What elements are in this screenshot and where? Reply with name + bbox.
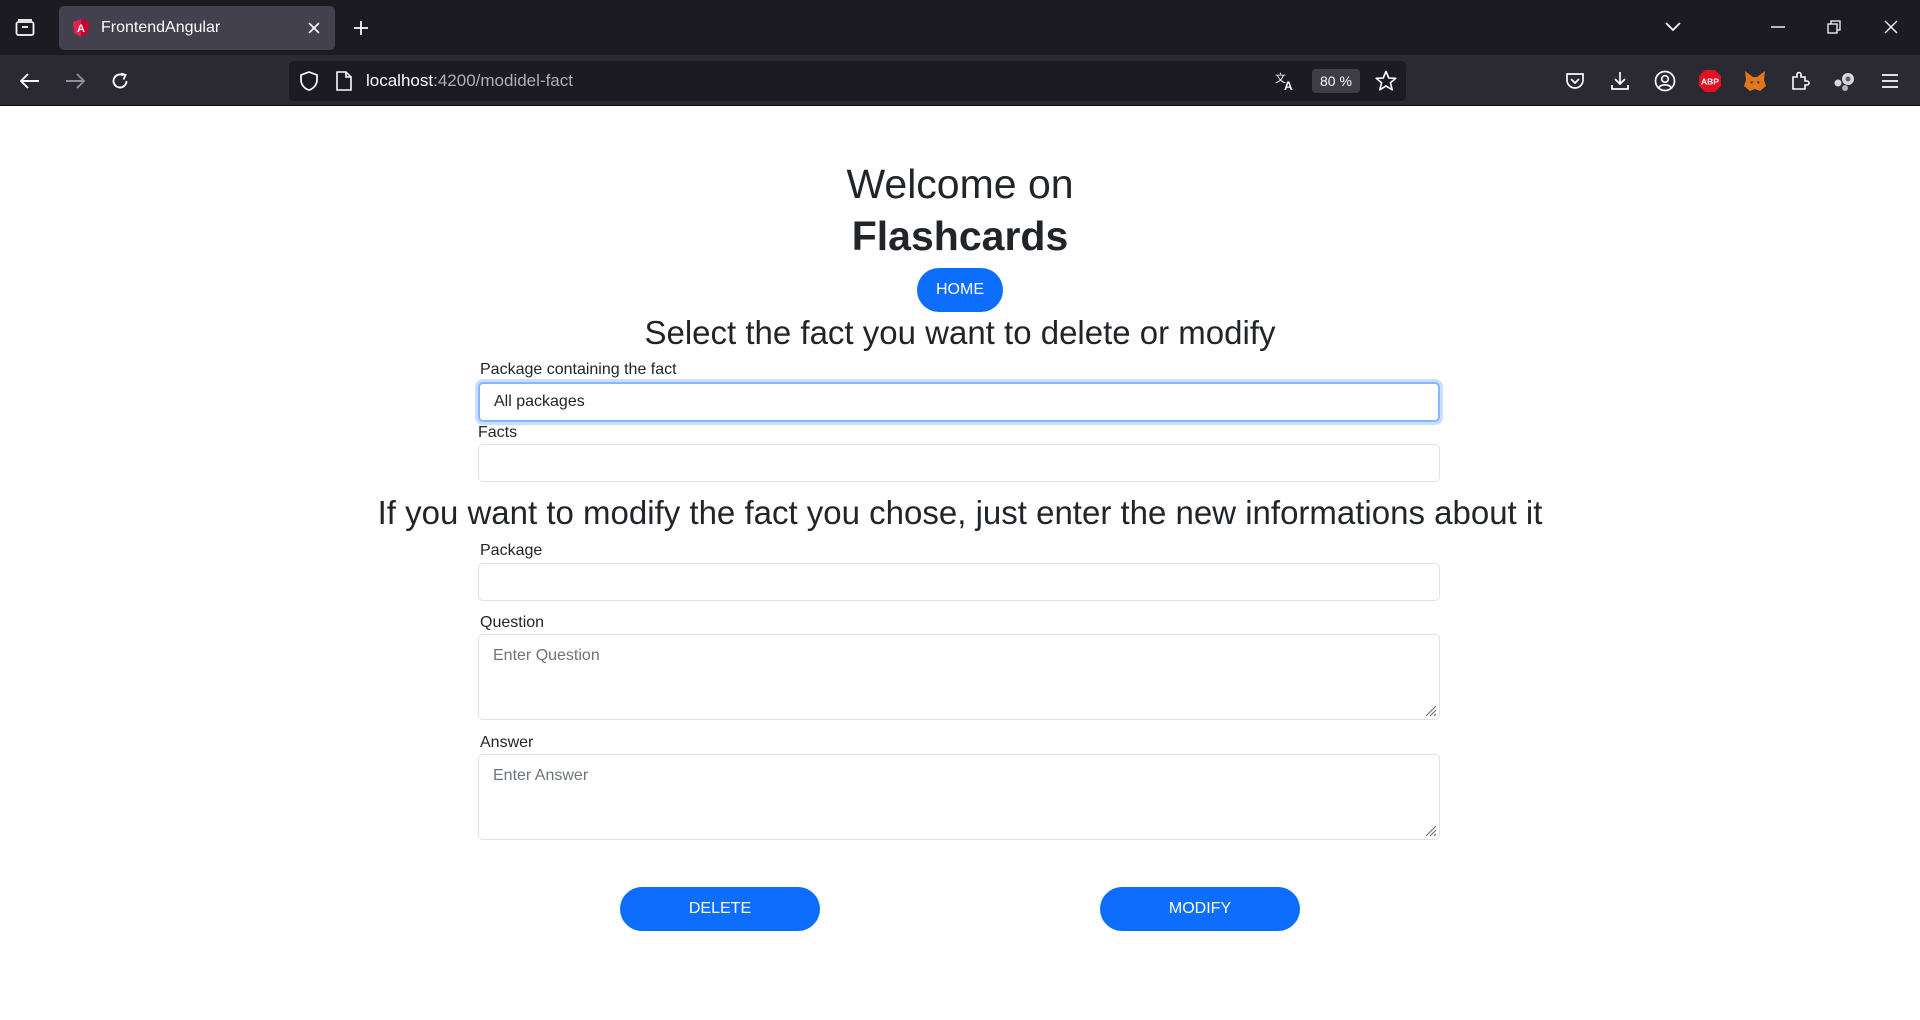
minimize-icon[interactable] <box>1762 12 1794 42</box>
shield-icon[interactable] <box>296 68 322 94</box>
plus-icon[interactable] <box>346 13 376 43</box>
resize-grip-icon[interactable] <box>1423 703 1437 717</box>
profile-icon[interactable] <box>1830 66 1860 96</box>
menu-icon[interactable] <box>1875 66 1905 96</box>
adblock-icon[interactable]: ABP <box>1695 66 1725 96</box>
svg-text:A: A <box>77 23 85 35</box>
account-icon[interactable] <box>1650 66 1680 96</box>
svg-text:A: A <box>1284 79 1293 91</box>
answer-textarea[interactable]: Enter Answer <box>478 754 1440 840</box>
zoom-level[interactable]: 80 % <box>1312 69 1360 93</box>
svg-text:ABP: ABP <box>1701 77 1719 87</box>
forward-icon[interactable] <box>58 64 92 98</box>
modify-button[interactable]: MODIFY <box>1100 887 1300 931</box>
select-fact-heading: Select the fact you want to delete or mo… <box>644 314 1276 351</box>
delete-button[interactable]: DELETE <box>620 887 820 931</box>
back-icon[interactable] <box>13 64 47 98</box>
translate-icon[interactable]: 文A <box>1272 68 1298 94</box>
package-select-label: Package containing the fact <box>480 361 677 378</box>
tab-list-icon[interactable] <box>10 14 40 42</box>
extensions-icon[interactable] <box>1785 66 1815 96</box>
facts-label: Facts <box>478 424 518 441</box>
url-path: :4200/modidel-fact <box>433 71 573 90</box>
resize-grip-icon[interactable] <box>1423 823 1437 837</box>
page-content: Welcome on Flashcards HOME Select the fa… <box>0 106 1920 1020</box>
answer-placeholder: Enter Answer <box>493 767 589 784</box>
answer-label: Answer <box>480 734 534 751</box>
download-icon[interactable] <box>1605 66 1635 96</box>
tab-bar: A FrontendAngular <box>0 0 1920 55</box>
chevron-down-icon[interactable] <box>1657 12 1689 42</box>
star-icon[interactable] <box>1373 68 1399 94</box>
restore-icon[interactable] <box>1818 12 1850 42</box>
page-icon[interactable] <box>331 68 357 94</box>
url-text[interactable]: localhost:4200/modidel-fact <box>366 71 573 91</box>
question-placeholder: Enter Question <box>493 647 600 664</box>
modify-heading: If you want to modify the fact you chose… <box>377 494 1543 531</box>
url-bar[interactable]: localhost:4200/modidel-fact 文A 80 % <box>289 61 1406 101</box>
package-select-value: All packages <box>494 393 585 410</box>
package-input[interactable] <box>478 563 1440 601</box>
app-title: Flashcards <box>851 213 1069 259</box>
package-label: Package <box>480 542 543 559</box>
close-icon[interactable] <box>301 15 327 41</box>
home-button[interactable]: HOME <box>917 268 1003 312</box>
url-host: localhost <box>366 71 434 90</box>
metamask-icon[interactable] <box>1740 66 1770 96</box>
browser-tab[interactable]: A FrontendAngular <box>59 6 335 50</box>
pocket-icon[interactable] <box>1560 66 1590 96</box>
angular-favicon: A <box>71 18 91 38</box>
question-textarea[interactable]: Enter Question <box>478 634 1440 720</box>
facts-select[interactable] <box>478 444 1440 482</box>
tab-title: FrontendAngular <box>101 19 221 36</box>
window-close-icon[interactable] <box>1875 12 1907 42</box>
question-label: Question <box>480 614 545 631</box>
navigation-toolbar: localhost:4200/modidel-fact 文A 80 % ABP <box>0 55 1920 106</box>
reload-icon[interactable] <box>103 64 137 98</box>
welcome-heading: Welcome on <box>846 161 1074 207</box>
package-select[interactable]: All packages <box>478 382 1440 422</box>
